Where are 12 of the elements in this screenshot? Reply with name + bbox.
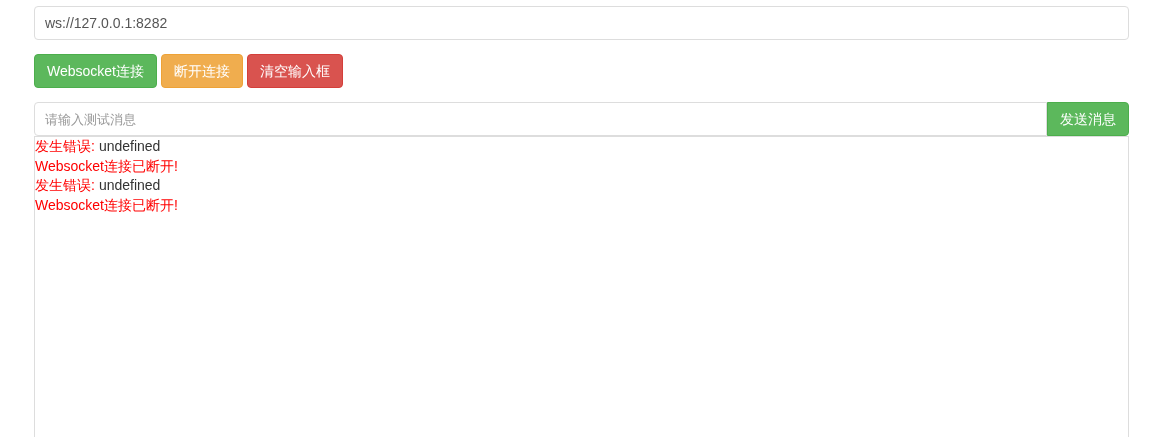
action-button[interactable]: Websocket连接 [34, 54, 157, 88]
message-input-field[interactable]: 请输入测试消息 [34, 102, 1047, 136]
action-button[interactable]: 断开连接 [161, 54, 243, 88]
send-button[interactable]: 发送消息 [1047, 102, 1129, 136]
log-label: 发生错误: [35, 137, 95, 156]
log-message: Websocket连接已断开! [35, 156, 178, 176]
log-value: undefined [98, 176, 161, 195]
url-input-field[interactable]: ws://127.0.0.1:8282 [34, 6, 1129, 40]
log-message: Websocket连接已断开! [35, 195, 178, 215]
log-label: 发生错误: [35, 176, 95, 195]
log-value: undefined [98, 137, 161, 156]
action-button[interactable]: 清空输入框 [247, 54, 343, 88]
